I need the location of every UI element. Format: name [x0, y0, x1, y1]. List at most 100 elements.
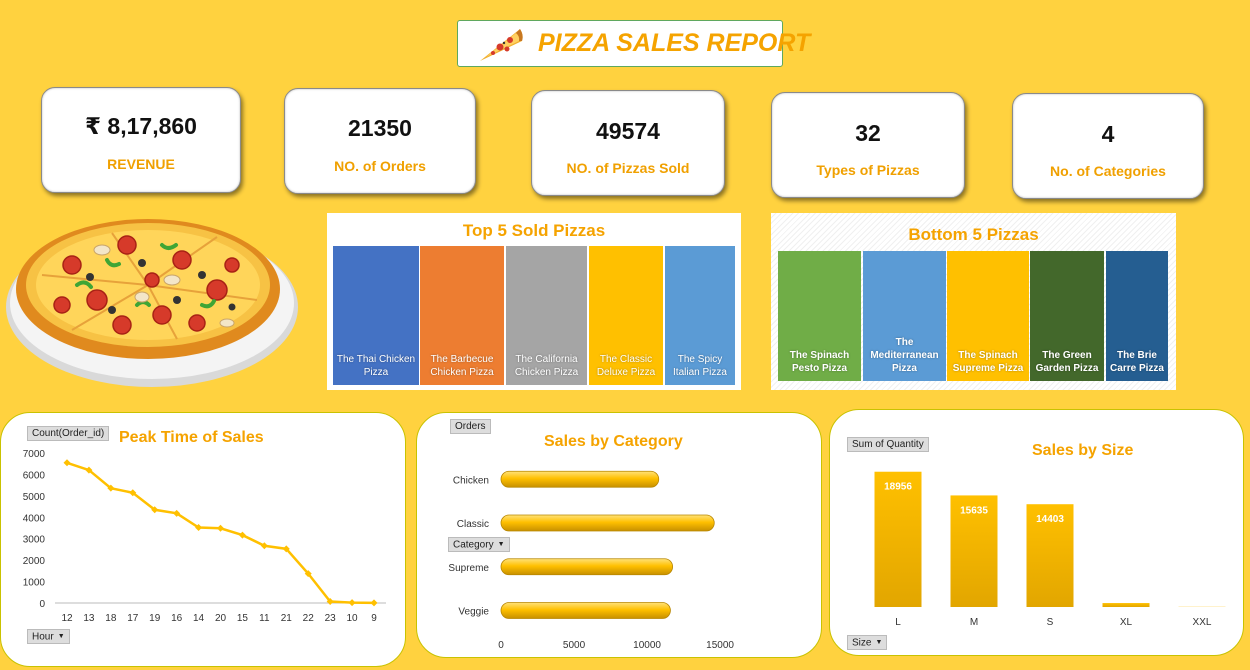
x-tick-label: 10: [347, 613, 359, 624]
axis-field-label: Category: [453, 539, 494, 551]
data-point: [370, 599, 378, 607]
y-tick-label: 6000: [23, 470, 46, 481]
x-tick-label: 10000: [633, 640, 661, 651]
bottom5-tile-1[interactable]: The Spinach Pesto Pizza: [778, 251, 861, 381]
y-tick-label: 0: [39, 599, 45, 610]
x-tick-label: 15: [237, 613, 249, 624]
data-point: [348, 599, 356, 607]
dropdown-arrow-icon: ▼: [497, 541, 505, 548]
size-chart-svg: 18956 L 15635 M 14403 S XL XXL: [874, 471, 1226, 628]
x-tick-label: 0: [498, 640, 504, 651]
y-tick-label: 5000: [23, 492, 46, 503]
tile-label: The Green Garden Pizza: [1035, 350, 1099, 374]
kpi-card-pizzas-sold: 49574 NO. of Pizzas Sold: [531, 90, 725, 196]
bottom5-tile-2[interactable]: The Mediterranean Pizza: [863, 251, 946, 381]
top5-tile-1[interactable]: The Thai Chicken Pizza: [333, 246, 419, 385]
x-tick-label: 11: [259, 613, 270, 624]
kpi-value: ₹ 8,17,860: [85, 113, 197, 139]
kpi-value: 32: [855, 120, 881, 146]
top5-tile-2[interactable]: The Barbecue Chicken Pizza: [420, 246, 504, 385]
y-tick-label: Veggie: [458, 607, 489, 618]
x-tick-label: 14: [193, 613, 205, 624]
panel-title: Top 5 Sold Pizzas: [462, 221, 606, 240]
x-tick-label: XL: [1120, 617, 1133, 628]
kpi-value: 49574: [596, 118, 660, 144]
size-chart-card: Sum of Quantity Sales by Size 18956 L 1563…: [829, 409, 1244, 656]
whole-pizza-icon: [6, 219, 298, 387]
axis-field-button[interactable]: Hour ▼: [27, 629, 70, 644]
y-tick-label: 2000: [23, 556, 46, 567]
tile-label: The Brie Carre Pizza: [1110, 350, 1164, 374]
kpi-label: No. of Categories: [1050, 163, 1166, 179]
y-tick-label: Supreme: [448, 563, 489, 574]
axis-field-button[interactable]: Category ▼: [448, 537, 510, 552]
tile-label: The Mediterranean Pizza: [870, 337, 939, 374]
x-tick-label: 22: [303, 613, 315, 624]
category-bar: [500, 558, 674, 576]
x-tick-label: 17: [127, 613, 139, 624]
page-title: PIZZA SALES REPORT: [538, 29, 811, 57]
y-tick-label: 4000: [23, 513, 46, 524]
category-chart-svg: Chicken Classic Supreme Veggie 0 5000 10000 150…: [448, 470, 734, 651]
kpi-card-categories: 4 No. of Categories: [1012, 93, 1204, 199]
tile-label: The Spinach Supreme Pizza: [952, 350, 1024, 374]
pizza-slice-icon: [480, 29, 523, 61]
tile-label: The Barbecue Chicken Pizza: [430, 354, 494, 378]
category-bar: [500, 470, 660, 488]
top5-tile-3[interactable]: The California Chicken Pizza: [506, 246, 587, 385]
bottom5-tile-5[interactable]: The Brie Carre Pizza: [1106, 251, 1168, 381]
kpi-label: NO. of Pizzas Sold: [566, 160, 690, 176]
bottom5-tile-4[interactable]: The Green Garden Pizza: [1030, 251, 1104, 381]
data-label: 18956: [884, 482, 912, 493]
data-point: [63, 459, 71, 467]
kpi-label: Types of Pizzas: [816, 162, 920, 178]
y-tick-label: Chicken: [453, 475, 489, 486]
kpi-label: REVENUE: [107, 156, 175, 172]
x-tick-label: 13: [83, 613, 95, 624]
axis-field-button[interactable]: Size ▼: [847, 635, 888, 650]
y-tick-label: 7000: [23, 449, 46, 460]
axis-field-label: Hour: [32, 631, 54, 643]
data-point: [217, 524, 224, 532]
x-tick-label: M: [970, 617, 978, 628]
top5-tile-5[interactable]: The Spicy Italian Pizza: [665, 246, 735, 385]
x-tick-label: 18: [105, 613, 117, 624]
x-tick-label: 9: [371, 613, 377, 624]
peak-time-chart-card: Count(Order_id) Peak Time of Sales 0 1000…: [0, 412, 406, 667]
bottom5-panel: Bottom 5 Pizzas The Spinach Pesto Pizza …: [771, 213, 1176, 390]
tile-label: The Thai Chicken Pizza: [336, 354, 416, 378]
panel-title: Bottom 5 Pizzas: [908, 225, 1039, 244]
dropdown-arrow-icon: ▼: [57, 633, 65, 640]
report-title-box: PIZZA SALES REPORT: [457, 20, 810, 67]
x-tick-label: S: [1047, 617, 1054, 628]
category-bar: [500, 602, 671, 619]
kpi-label: NO. of Orders: [334, 158, 426, 174]
y-tick-label: 3000: [23, 535, 46, 546]
kpi-card-orders: 21350 NO. of Orders: [284, 88, 476, 194]
kpi-card-revenue: ₹ 8,17,860 REVENUE: [41, 87, 241, 193]
y-tick-label: 1000: [23, 578, 46, 589]
data-label: 14403: [1036, 514, 1064, 525]
x-tick-label: 12: [61, 613, 73, 624]
data-label: 15635: [960, 505, 988, 516]
top5-panel: Top 5 Sold Pizzas The Thai Chicken Pizza…: [327, 213, 741, 390]
x-tick-label: L: [895, 617, 901, 628]
x-tick-label: 20: [215, 613, 227, 624]
tile-label: The California Chicken Pizza: [514, 354, 579, 378]
size-bar: [1102, 603, 1150, 607]
top5-tile-4[interactable]: The Classic Deluxe Pizza: [589, 246, 663, 385]
y-tick-label: Classic: [457, 519, 489, 530]
category-bar: [500, 514, 715, 532]
x-tick-label: 15000: [706, 640, 734, 651]
dropdown-arrow-icon: ▼: [875, 639, 883, 646]
kpi-value: 4: [1101, 121, 1115, 147]
category-chart-card: Orders Sales by Category Chicken Classic S…: [416, 412, 822, 658]
x-tick-label: 21: [281, 613, 293, 624]
x-tick-label: 5000: [563, 640, 586, 651]
x-tick-label: 16: [171, 613, 183, 624]
tile-label: The Spinach Pesto Pizza: [789, 350, 850, 374]
kpi-value: 21350: [348, 115, 412, 141]
x-tick-label: 19: [149, 613, 161, 624]
axis-field-label: Size: [852, 637, 872, 649]
bottom5-tile-3[interactable]: The Spinach Supreme Pizza: [947, 251, 1029, 381]
